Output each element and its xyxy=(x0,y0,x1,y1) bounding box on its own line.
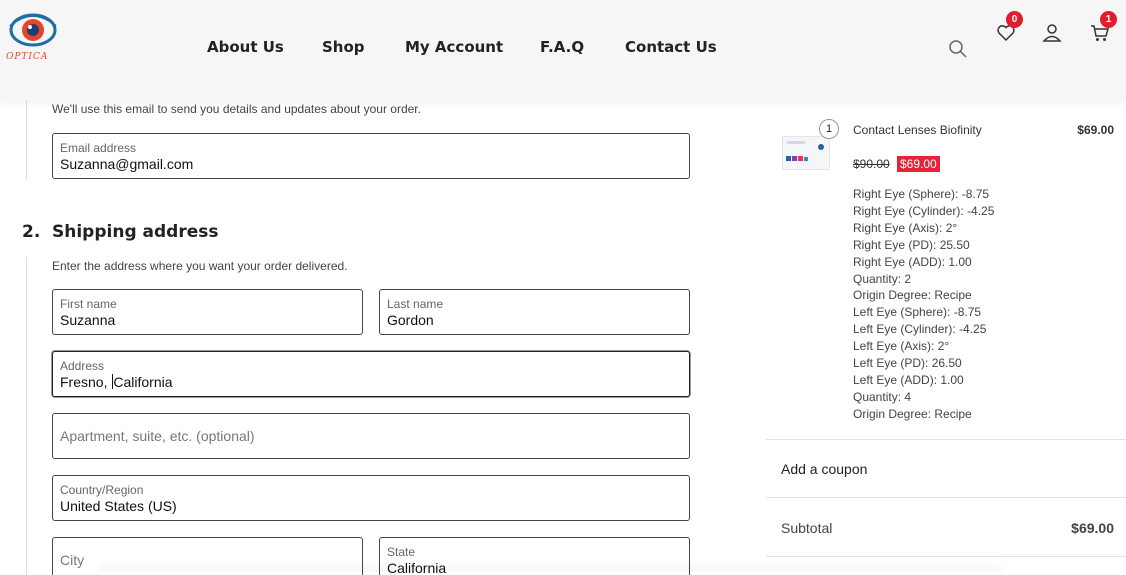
apartment-field[interactable]: Apartment, suite, etc. (optional) xyxy=(52,413,690,459)
summary-divider xyxy=(766,439,1126,440)
spec-line: Right Eye (ADD): 1.00 xyxy=(853,254,972,269)
first-name-field[interactable]: First name Suzanna xyxy=(52,289,363,335)
spec-line: Right Eye (Sphere): -8.75 xyxy=(853,187,990,201)
spec-line: Right Eye (PD): 25.50 xyxy=(853,237,970,252)
wishlist-button[interactable]: 0 xyxy=(996,11,1026,51)
cart-count-badge: 1 xyxy=(1100,11,1117,28)
last-name-field[interactable]: Last name Gordon xyxy=(379,289,690,335)
product-name: Contact Lenses Biofinity xyxy=(853,123,982,137)
spec-line: Left Eye (Cylinder): -4.25 xyxy=(853,322,987,337)
summary-divider xyxy=(766,497,1126,498)
spec-line: Quantity: 4 xyxy=(853,389,912,404)
nav-faq[interactable]: F.A.Q xyxy=(540,38,584,56)
country-label: Country/Region xyxy=(60,483,144,497)
spec-line: Right Eye (Cylinder): -4.25 xyxy=(853,203,995,218)
original-price: $90.00 xyxy=(853,157,890,171)
city-field[interactable]: City xyxy=(52,537,363,575)
nav-shop[interactable]: Shop xyxy=(322,38,365,56)
subtotal-label: Subtotal xyxy=(781,520,833,536)
state-label: State xyxy=(387,545,416,559)
first-name-label: First name xyxy=(60,297,117,311)
first-name-value: Suzanna xyxy=(60,312,116,328)
logo-eye-icon xyxy=(9,13,57,47)
product-specs: Right Eye (Sphere): -8.75 Right Eye (Cyl… xyxy=(853,186,994,423)
sale-price: $69.00 xyxy=(897,156,940,172)
nav-about-us[interactable]: About Us xyxy=(207,38,284,56)
step-rail-1 xyxy=(26,100,27,180)
site-header: OPTICA About Us Shop My Account F.A.Q Co… xyxy=(0,0,1126,100)
user-icon[interactable] xyxy=(1042,23,1062,48)
spec-line: Origin Degree: Recipe xyxy=(853,406,972,421)
state-select[interactable]: State California xyxy=(379,537,690,575)
step-rail-2 xyxy=(26,257,27,575)
last-name-value: Gordon xyxy=(387,312,434,328)
wishlist-count-badge: 0 xyxy=(1006,11,1023,28)
spec-line: Left Eye (Axis): 2° xyxy=(853,339,950,354)
city-placeholder: City xyxy=(60,552,85,568)
last-name-label: Last name xyxy=(387,297,444,311)
spec-line: Right Eye (Axis): 2° xyxy=(853,220,958,235)
spec-line: Quantity: 2 xyxy=(853,271,912,286)
email-field[interactable]: Email address Suzanna@gmail.com xyxy=(52,133,690,179)
country-select[interactable]: Country/Region United States (US) xyxy=(52,475,690,521)
item-quantity-badge: 1 xyxy=(819,119,839,139)
add-coupon-link[interactable]: Add a coupon xyxy=(781,461,867,477)
shipping-title-text: Shipping address xyxy=(52,222,219,242)
email-value: Suzanna@gmail.com xyxy=(60,156,194,172)
search-icon[interactable] xyxy=(948,39,968,64)
email-hint: We'll use this email to send you details… xyxy=(52,102,421,116)
site-logo[interactable]: OPTICA xyxy=(4,8,64,62)
shipping-section-title: 2. Shipping address xyxy=(22,222,219,242)
product-price: $69.00 xyxy=(1077,123,1114,137)
country-value: United States (US) xyxy=(60,498,177,514)
apartment-placeholder: Apartment, suite, etc. (optional) xyxy=(60,428,255,444)
nav-contact-us[interactable]: Contact Us xyxy=(625,38,717,56)
shipping-hint: Enter the address where you want your or… xyxy=(52,259,348,273)
cart-button[interactable]: 1 xyxy=(1090,11,1120,51)
address-label: Address xyxy=(60,359,105,373)
email-label: Email address xyxy=(60,141,137,155)
address-field[interactable]: Address Fresno, California xyxy=(52,351,690,397)
logo-text: OPTICA xyxy=(6,52,49,62)
spec-line: Origin Degree: Recipe xyxy=(853,288,972,303)
spec-line: Left Eye (Sphere): -8.75 xyxy=(853,305,982,320)
subtotal-value: $69.00 xyxy=(1071,520,1114,536)
product-thumbnail xyxy=(782,136,830,170)
address-value: Fresno, California xyxy=(60,374,173,390)
spec-line: Left Eye (ADD): 1.00 xyxy=(853,372,964,387)
summary-divider xyxy=(766,556,1126,557)
spec-line: Left Eye (PD): 26.50 xyxy=(853,356,962,371)
nav-my-account[interactable]: My Account xyxy=(405,38,503,56)
shipping-step-number: 2. xyxy=(22,222,41,242)
